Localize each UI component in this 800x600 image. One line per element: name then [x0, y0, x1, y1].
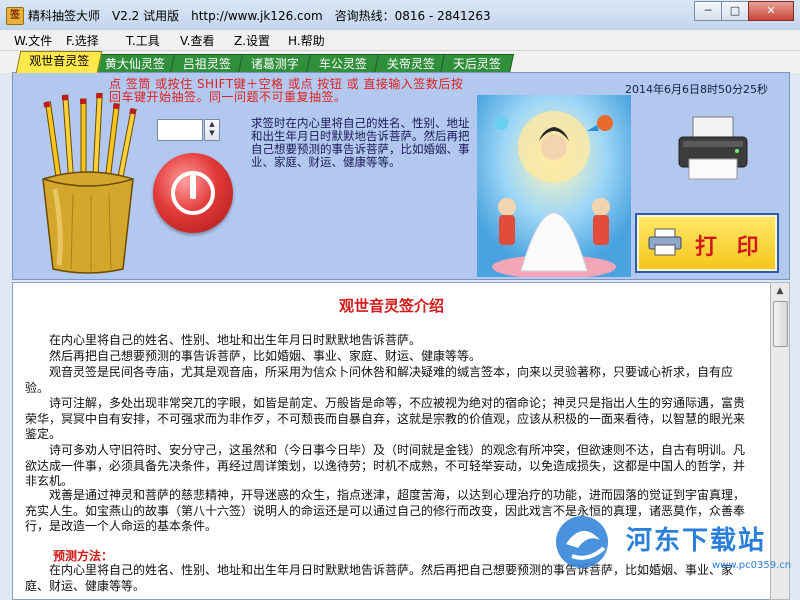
menu-bar: W.文件 F.选择 T.工具 V.查看 Z.设置 H.帮助	[0, 30, 800, 51]
tab-zhuge[interactable]: 诸葛测字	[237, 54, 313, 73]
title-bar[interactable]: 签 精科抽签大师 V2.2 试用版 http://www.jk126.com 咨…	[0, 0, 800, 31]
watermark-text: 河东下载站	[626, 526, 767, 556]
intro-paragraph: 观音灵签是民间各寺庙，尤其是观音庙，所采用为信众卜问休咎和解决疑难的缄言签本，向…	[25, 365, 734, 395]
tab-label: 车公灵签	[318, 57, 367, 71]
minimize-button[interactable]: ─	[694, 1, 722, 21]
printer-icon	[678, 116, 748, 180]
draw-button[interactable]	[153, 153, 233, 233]
app-logo-icon: 签	[6, 7, 24, 25]
tab-strip: 观世音灵签 黄大仙灵签 吕祖灵签 诸葛测字 车公灵签 关帝灵签 天后灵签	[0, 51, 800, 73]
window-controls: ─ □ ✕	[694, 1, 794, 21]
menu-select[interactable]: F.选择	[66, 32, 99, 49]
tab-label: 观世音灵签	[29, 54, 90, 68]
watermark-url: www.pc0359.cn	[712, 560, 792, 571]
guanyin-image	[477, 95, 631, 277]
intro-paragraph: 诗可多劝人守旧符时、安分守己，这虽然和（今日事今日毕）及（时间就是金钱）的观念有…	[25, 443, 746, 489]
tab-lvzu[interactable]: 吕祖灵签	[169, 54, 245, 73]
menu-settings[interactable]: Z.设置	[234, 32, 270, 49]
tab-label: 诸葛测字	[250, 57, 299, 71]
window-title: 精科抽签大师 V2.2 试用版 http://www.jk126.com 咨询热…	[28, 9, 491, 23]
menu-file[interactable]: W.文件	[14, 32, 52, 49]
number-spinner[interactable]: ▲ ▼	[204, 119, 220, 141]
tab-guandi[interactable]: 关帝灵签	[373, 54, 449, 73]
menu-view[interactable]: V.查看	[180, 32, 214, 49]
menu-tools[interactable]: T.工具	[126, 32, 160, 49]
tab-label: 关帝灵签	[386, 57, 435, 71]
tab-label: 黄大仙灵签	[104, 57, 165, 71]
draw-panel: 点 签筒 或按住 SHIFT键＋空格 或点 按钮 或 直接输入签数后按回车键开始…	[12, 72, 790, 280]
close-button[interactable]: ✕	[748, 1, 794, 21]
maximize-button[interactable]: □	[721, 1, 749, 21]
scroll-up-icon[interactable]: ▲	[771, 283, 789, 299]
print-button[interactable]: 打 印	[635, 213, 779, 273]
tab-huangdaxian[interactable]: 黄大仙灵签	[91, 54, 179, 73]
stick-number-input[interactable]	[157, 119, 203, 141]
method-title: 预测方法：	[53, 549, 114, 563]
instruction-text: 点 签筒 或按住 SHIFT键＋空格 或点 按钮 或 直接输入签数后按回车键开始…	[109, 77, 464, 104]
app-window: 签 精科抽签大师 V2.2 试用版 http://www.jk126.com 咨…	[0, 0, 800, 600]
content-title: 观世音灵签介绍	[338, 297, 444, 315]
watermark-logo-icon	[556, 516, 608, 568]
print-small-icon	[648, 228, 682, 256]
print-label: 打 印	[695, 234, 765, 260]
tab-label: 天后灵签	[452, 57, 501, 71]
intro-paragraph: 在内心里将自己的姓名、性别、地址和出生年月日时默默地告诉菩萨。	[49, 333, 422, 347]
tab-chegong[interactable]: 车公灵签	[305, 54, 381, 73]
menu-help[interactable]: H.帮助	[288, 32, 325, 49]
intro-paragraph: 然后再把自己想要预测的事告诉菩萨，比如婚姻、事业、家庭、财运、健康等等。	[49, 349, 482, 363]
tab-tianhou[interactable]: 天后灵签	[439, 54, 515, 73]
prayer-description: 求签时在内心里将自己的姓名、性别、地址和出生年月日时默默地告诉菩萨。然后再把自己…	[251, 116, 470, 169]
watermark: 河东下载站 www.pc0359.cn	[548, 512, 792, 572]
current-datetime: 2014年6月6日8时50分25秒	[625, 83, 768, 96]
tab-guanyin[interactable]: 观世音灵签	[15, 51, 103, 73]
tab-label: 吕祖灵签	[182, 57, 231, 71]
fortune-cup-icon[interactable]	[33, 93, 143, 275]
intro-paragraph: 诗可注解，多处出现非常突兀的字眼，如皆是前定、万般皆是命等，不应被视为绝对的宿命…	[25, 396, 746, 442]
power-icon-bar	[190, 175, 196, 199]
scroll-thumb[interactable]	[773, 301, 788, 347]
